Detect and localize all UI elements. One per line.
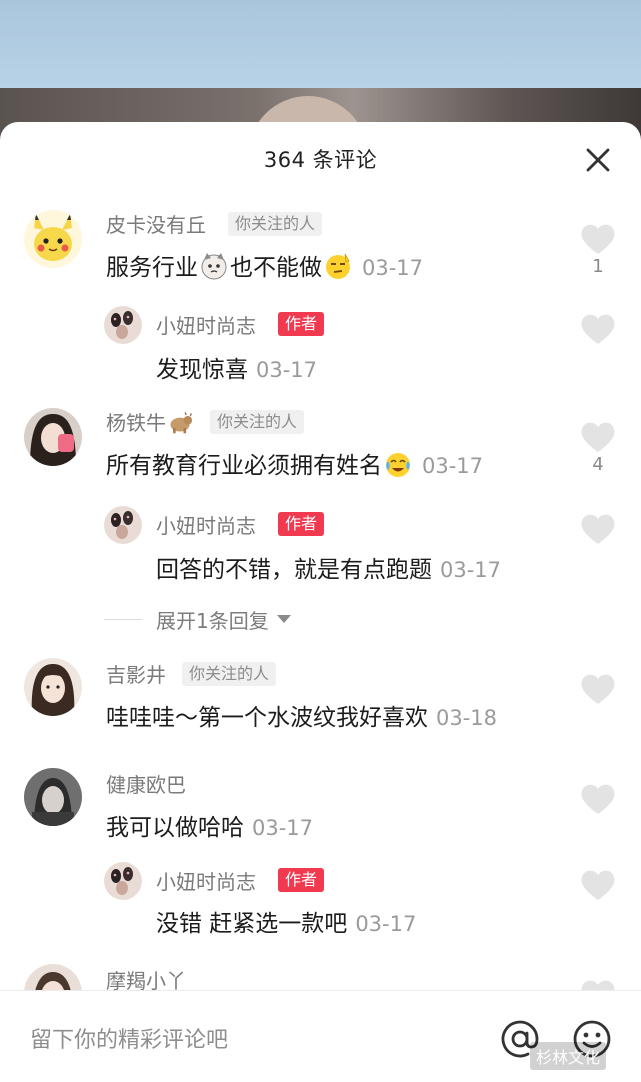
nail-art-avatar-icon (104, 306, 142, 344)
avatar[interactable] (104, 506, 142, 544)
watermark: 杉林文化 (530, 1042, 607, 1070)
user-photo-avatar-icon (24, 658, 82, 716)
expand-replies-button[interactable]: 展开1条回复 (104, 604, 291, 634)
author-tag: 作者 (278, 512, 325, 536)
comment-date: 03-17 (362, 256, 424, 280)
user-photo-avatar-icon (24, 408, 82, 466)
like-icon[interactable] (580, 782, 616, 816)
avatar[interactable] (24, 210, 82, 268)
like-icon[interactable] (580, 312, 616, 346)
comment-sheet: 364 条评论 皮卡没有丘 你关注的人 服务行业 也不能做 03-17 1 小妞… (0, 122, 641, 1081)
cow-emoji-icon (170, 412, 193, 434)
comment-username[interactable]: 皮卡没有丘 (106, 209, 206, 238)
comment-date: 03-18 (436, 706, 498, 730)
comment-text-body: 所有教育行业必须拥有姓名 (106, 453, 382, 479)
expand-replies-label: 展开1条回复 (156, 608, 269, 633)
author-tag: 作者 (278, 312, 325, 336)
avatar[interactable] (104, 306, 142, 344)
video-background-sky (0, 0, 641, 90)
comment-input[interactable] (28, 1021, 472, 1059)
reply-username[interactable]: 小妞时尚志 (156, 866, 256, 895)
comment-text-part: 服务行业 (106, 255, 198, 281)
reply-text-body: 没错 赶紧选一款吧 (156, 911, 348, 937)
comment-text[interactable]: 所有教育行业必须拥有姓名 03-17 (106, 446, 483, 480)
comment-date: 03-17 (256, 358, 318, 382)
following-tag: 你关注的人 (210, 410, 305, 434)
like-count: 1 (592, 256, 604, 277)
reply-text-body: 回答的不错，就是有点跑题 (156, 557, 432, 583)
comment-text[interactable]: 我可以做哈哈 03-17 (106, 808, 313, 842)
close-icon (586, 148, 610, 172)
comment-date: 03-17 (422, 454, 484, 478)
like-icon[interactable] (580, 512, 616, 546)
comment-text-part: 也不能做 (230, 255, 322, 281)
comment-username[interactable]: 杨铁牛 (106, 407, 194, 436)
avatar[interactable] (104, 862, 142, 900)
nail-art-avatar-icon (104, 862, 142, 900)
reply-username[interactable]: 小妞时尚志 (156, 310, 256, 339)
following-tag: 你关注的人 (228, 212, 323, 236)
reply-text[interactable]: 回答的不错，就是有点跑题 03-17 (156, 550, 501, 584)
comment-date: 03-17 (440, 558, 502, 582)
eyeroll-emoji-icon (326, 253, 350, 279)
comment-username-text: 杨铁牛 (106, 411, 166, 435)
following-tag: 你关注的人 (182, 662, 277, 686)
comment-username[interactable]: 健康欧巴 (106, 769, 186, 798)
comment-sheet-header: 364 条评论 (0, 122, 641, 192)
comment-date: 03-17 (355, 912, 417, 936)
expand-divider (104, 618, 142, 620)
like-icon[interactable] (580, 420, 616, 454)
comment-username[interactable]: 吉影井 (106, 659, 166, 688)
user-photo-avatar-icon (24, 768, 82, 826)
reply-text[interactable]: 没错 赶紧选一款吧 03-17 (156, 904, 416, 938)
avatar[interactable] (24, 768, 82, 826)
reply-username[interactable]: 小妞时尚志 (156, 510, 256, 539)
comment-count-title: 364 条评论 (263, 148, 378, 172)
avatar[interactable] (24, 658, 82, 716)
comment-text-body: 我可以做哈哈 (106, 815, 244, 841)
comment-text[interactable]: 哇哇哇～第一个水波纹我好喜欢 03-18 (106, 698, 497, 732)
like-count: 4 (592, 454, 604, 475)
like-icon[interactable] (580, 672, 616, 706)
like-icon[interactable] (580, 222, 616, 256)
reply-text[interactable]: 发现惊喜 03-17 (156, 350, 317, 384)
crying-laugh-emoji-icon (386, 453, 410, 477)
author-tag: 作者 (278, 868, 325, 892)
comment-date: 03-17 (252, 816, 314, 840)
reply-text-body: 发现惊喜 (156, 357, 248, 383)
comment-text[interactable]: 服务行业 也不能做 03-17 (106, 248, 423, 282)
avatar[interactable] (24, 408, 82, 466)
close-button[interactable] (578, 140, 618, 180)
chevron-down-icon (276, 615, 291, 623)
pikachu-avatar-icon (24, 210, 82, 268)
comment-text-body: 哇哇哇～第一个水波纹我好喜欢 (106, 705, 428, 731)
like-icon[interactable] (580, 868, 616, 902)
cat-emoji-icon (201, 253, 227, 280)
nail-art-avatar-icon (104, 506, 142, 544)
